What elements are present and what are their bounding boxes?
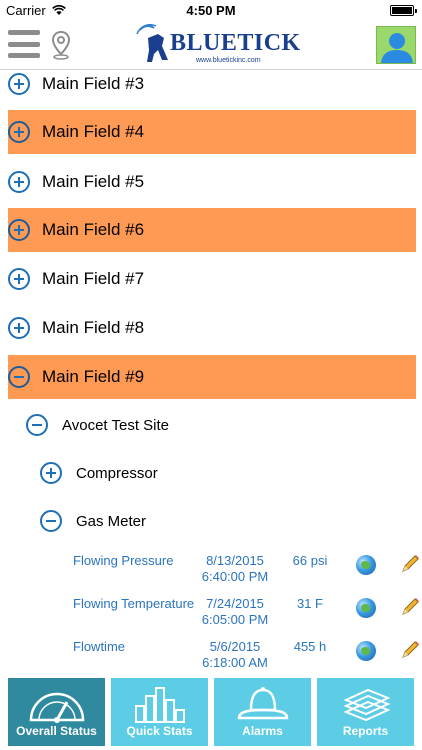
expand-icon[interactable] bbox=[8, 121, 30, 143]
field-row[interactable]: Main Field #8 bbox=[8, 306, 416, 350]
pencil-icon[interactable] bbox=[399, 639, 421, 661]
user-icon bbox=[381, 33, 413, 63]
reading-value: 66 psi bbox=[292, 553, 328, 568]
reading-date: 7/24/2015 bbox=[206, 596, 264, 611]
reading-date: 8/13/2015 bbox=[206, 553, 264, 568]
field-row[interactable]: Main Field #9 bbox=[8, 355, 416, 399]
field-row[interactable]: Main Field #7 bbox=[8, 257, 416, 301]
field-row[interactable]: Main Field #4 bbox=[8, 110, 416, 154]
collapse-icon[interactable] bbox=[26, 414, 48, 436]
gauge-icon bbox=[29, 692, 84, 723]
device-row[interactable]: Compressor bbox=[40, 451, 416, 495]
field-row[interactable]: Main Field #6 bbox=[8, 208, 416, 252]
menu-icon[interactable] bbox=[8, 30, 40, 58]
bottom-tab-bar: Overall Status Quick Stats Alarms Report… bbox=[0, 676, 422, 750]
tab-label: Alarms bbox=[242, 724, 283, 738]
field-label: Main Field #6 bbox=[42, 220, 145, 239]
location-pin-icon[interactable] bbox=[50, 30, 72, 60]
site-label: Avocet Test Site bbox=[62, 416, 170, 434]
reading-row: Flowing Temperature 7/24/2015 6:05:00 PM… bbox=[0, 596, 422, 640]
tab-label: Overall Status bbox=[16, 724, 97, 738]
battery-icon bbox=[390, 5, 417, 16]
device-label: Compressor bbox=[76, 464, 158, 482]
bar-chart-icon bbox=[134, 687, 185, 723]
expand-icon[interactable] bbox=[8, 219, 30, 241]
collapse-icon[interactable] bbox=[40, 510, 62, 532]
pencil-icon[interactable] bbox=[399, 553, 421, 575]
expand-icon[interactable] bbox=[8, 268, 30, 290]
expand-icon[interactable] bbox=[8, 171, 30, 193]
stack-icon bbox=[342, 688, 391, 722]
tab-alarms[interactable]: Alarms bbox=[214, 678, 311, 746]
reading-time: 6:40:00 PM bbox=[201, 569, 269, 584]
tab-quick-stats[interactable]: Quick Stats bbox=[111, 678, 208, 746]
field-label: Main Field #4 bbox=[42, 122, 145, 141]
reading-value: 455 h bbox=[293, 639, 327, 654]
reading-timestamp: 7/24/2015 6:05:00 PM bbox=[190, 596, 280, 628]
status-bar: Carrier 4:50 PM bbox=[0, 0, 422, 22]
bell-icon bbox=[237, 687, 288, 720]
expand-icon[interactable] bbox=[8, 317, 30, 339]
globe-icon[interactable] bbox=[356, 598, 376, 618]
user-avatar[interactable] bbox=[376, 26, 416, 64]
reading-date: 5/6/2015 bbox=[209, 639, 261, 654]
expand-icon[interactable] bbox=[40, 462, 62, 484]
logo-text: BLUETICK bbox=[170, 30, 301, 56]
reading-time: 6:05:00 PM bbox=[201, 612, 269, 627]
reading-row: Flowing Pressure 8/13/2015 6:40:00 PM 66… bbox=[0, 553, 422, 597]
pencil-icon[interactable] bbox=[399, 596, 421, 618]
collapse-icon[interactable] bbox=[8, 366, 30, 388]
reading-name[interactable]: Flowing Pressure bbox=[73, 553, 173, 568]
device-row[interactable]: Gas Meter bbox=[40, 499, 416, 543]
reading-name[interactable]: Flowing Temperature bbox=[73, 596, 194, 611]
field-label: Main Field #7 bbox=[42, 269, 145, 288]
field-label: Main Field #3 bbox=[42, 74, 145, 93]
field-label: Main Field #8 bbox=[42, 318, 145, 337]
tab-label: Quick Stats bbox=[126, 724, 193, 738]
expand-icon[interactable] bbox=[8, 73, 30, 95]
field-row[interactable]: Main Field #3 bbox=[8, 62, 416, 106]
tab-reports[interactable]: Reports bbox=[317, 678, 414, 746]
status-time: 4:50 PM bbox=[186, 3, 236, 18]
reading-value: 31 F bbox=[296, 596, 323, 611]
field-label: Main Field #5 bbox=[42, 172, 145, 191]
site-row[interactable]: Avocet Test Site bbox=[26, 403, 416, 447]
field-label: Main Field #9 bbox=[42, 367, 145, 386]
reading-timestamp: 5/6/2015 6:18:00 AM bbox=[190, 639, 280, 671]
reading-name[interactable]: Flowtime bbox=[73, 639, 125, 654]
device-label: Gas Meter bbox=[76, 512, 147, 530]
globe-icon[interactable] bbox=[356, 555, 376, 575]
tab-label: Reports bbox=[342, 724, 389, 738]
field-row[interactable]: Main Field #5 bbox=[8, 160, 416, 204]
globe-icon[interactable] bbox=[356, 641, 376, 661]
tab-overall-status[interactable]: Overall Status bbox=[8, 678, 105, 746]
reading-timestamp: 8/13/2015 6:40:00 PM bbox=[190, 553, 280, 585]
reading-time: 6:18:00 AM bbox=[202, 655, 268, 670]
